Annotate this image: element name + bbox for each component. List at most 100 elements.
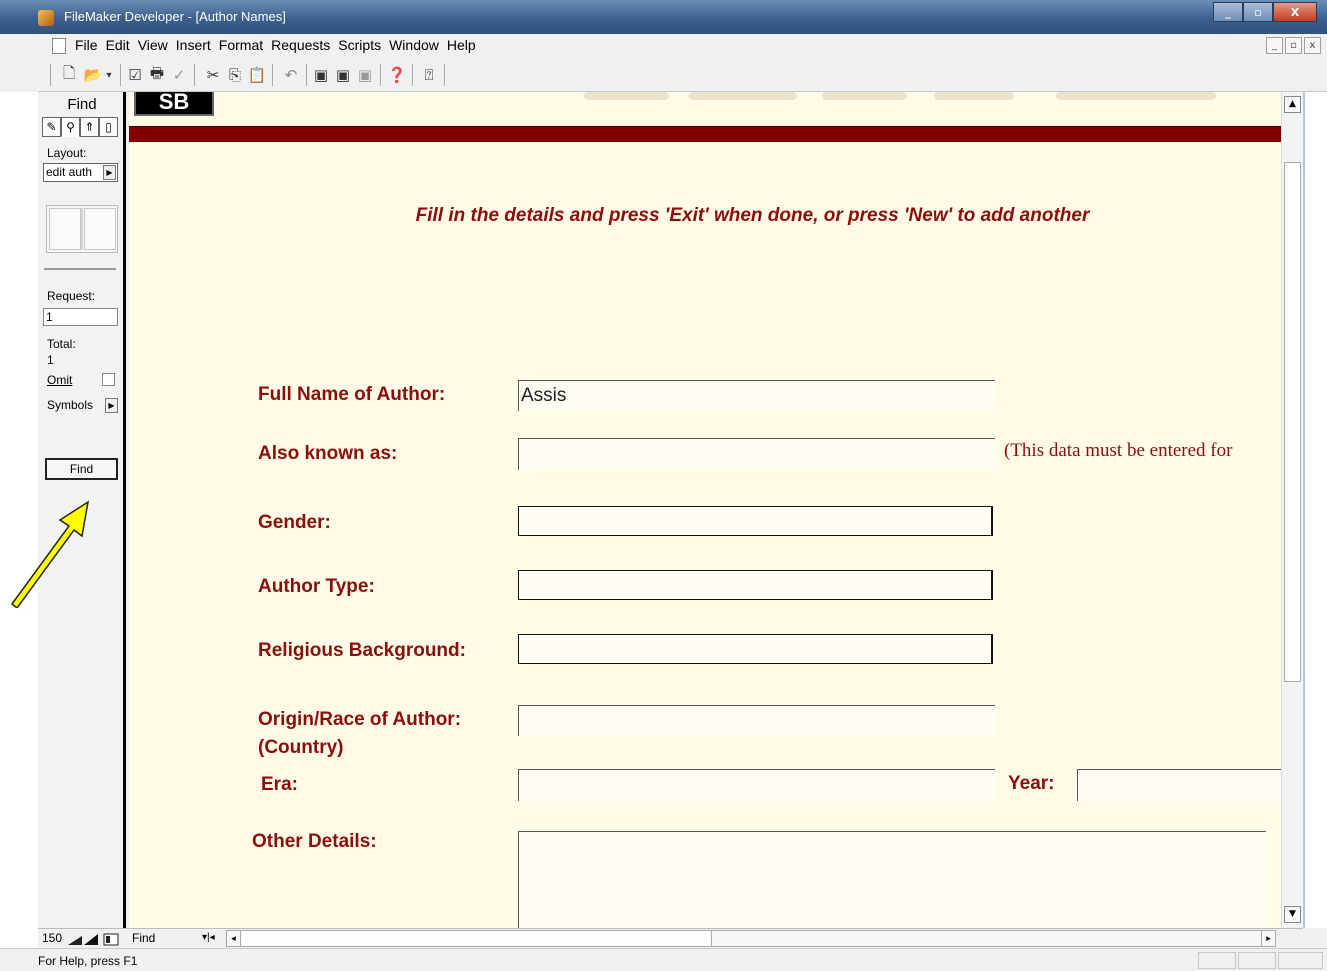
status-cell	[1278, 952, 1323, 969]
status-cell	[1198, 952, 1236, 969]
menu-bar: File Edit View Insert Format Requests Sc…	[38, 34, 1327, 58]
find-mode-tab-icon[interactable]: ⚲	[61, 117, 80, 137]
layout-dropdown-arrow-icon[interactable]: ▶	[103, 165, 116, 180]
header-tab-button[interactable]	[689, 92, 797, 100]
zoom-level[interactable]: 150	[42, 931, 62, 945]
menu-requests[interactable]: Requests	[271, 37, 338, 53]
new-file-icon[interactable]: 🗋	[58, 64, 80, 86]
help-hint: For Help, press F1	[38, 954, 138, 968]
symbols-menu-arrow-icon[interactable]: ▶	[105, 398, 118, 413]
printer-icon[interactable]: 🖶	[146, 64, 168, 86]
gender-label: Gender:	[258, 512, 331, 533]
menu-file[interactable]: File	[75, 37, 106, 53]
horizontal-scroll-thumb[interactable]	[242, 931, 712, 946]
other-details-field[interactable]	[518, 831, 1266, 928]
cut-icon[interactable]: ✂	[202, 64, 224, 86]
find-button[interactable]: Find	[45, 458, 118, 480]
document-icon[interactable]	[52, 38, 66, 54]
book-right-page[interactable]	[84, 208, 116, 250]
toolbar-separator	[380, 64, 381, 86]
copy-icon[interactable]: ⎘	[224, 64, 246, 86]
origin-country-label: (Country)	[258, 737, 344, 758]
full-name-label: Full Name of Author:	[258, 384, 446, 405]
total-label: Total:	[47, 337, 76, 351]
religious-background-field[interactable]	[518, 634, 993, 664]
menu-window[interactable]: Window	[389, 37, 447, 53]
dropdown-icon[interactable]: ▾	[102, 64, 116, 86]
full-name-field[interactable]: Assis	[518, 380, 995, 411]
doc-restore-button[interactable]: ▫	[1285, 37, 1302, 54]
bottom-bar: 150 Find ▾|◂ ◂ ▸	[38, 928, 1303, 948]
preview-mode-tab-icon[interactable]: ▯	[99, 117, 118, 137]
menu-items: File Edit View Insert Format Requests Sc…	[75, 37, 484, 53]
also-known-as-field[interactable]	[518, 438, 995, 470]
author-type-field[interactable]	[518, 570, 993, 600]
menu-format[interactable]: Format	[219, 37, 271, 53]
help-pointer-icon[interactable]: ❓	[386, 64, 408, 86]
mode-popup-arrow-icon[interactable]: ▾|◂	[202, 932, 215, 943]
header-tab-button[interactable]	[822, 92, 907, 100]
instruction-text: Fill in the details and press 'Exit' whe…	[415, 205, 1090, 226]
omit-label: Omit	[47, 373, 73, 387]
menu-insert[interactable]: Insert	[176, 37, 219, 53]
toolbar-separator	[120, 64, 121, 86]
open-folder-icon[interactable]: 📂	[82, 64, 104, 86]
browse-mode-icon[interactable]: ▣	[310, 64, 332, 86]
vertical-scrollbar[interactable]: ▲ ▼	[1281, 92, 1303, 928]
menu-help[interactable]: Help	[447, 37, 484, 53]
layout-mode-tab-icon[interactable]: ⇑	[80, 117, 99, 137]
zoom-controls[interactable]	[68, 933, 132, 946]
toolbar-grip	[50, 64, 51, 86]
record-slider[interactable]	[44, 268, 116, 270]
mode-label: Find	[67, 96, 97, 113]
gender-field[interactable]	[518, 506, 993, 536]
origin-field[interactable]	[518, 705, 995, 736]
menu-scripts[interactable]: Scripts	[338, 37, 389, 53]
record-book-icon[interactable]	[46, 205, 118, 253]
spellcheck-icon[interactable]: ✓	[168, 64, 190, 86]
header-tab-button[interactable]	[1056, 92, 1216, 100]
status-bar: For Help, press F1	[0, 948, 1327, 971]
close-button[interactable]: X	[1273, 2, 1317, 22]
header-tab-button[interactable]	[584, 92, 669, 100]
menu-edit[interactable]: Edit	[106, 37, 138, 53]
toolbar-separator	[272, 64, 273, 86]
year-field[interactable]	[1077, 769, 1281, 801]
minimize-button[interactable]: _	[1213, 2, 1243, 22]
checklist-icon[interactable]: ☑	[124, 64, 146, 86]
mode-tabs: ✎ ⚲ ⇑ ▯	[42, 117, 118, 137]
year-label: Year:	[1008, 773, 1055, 794]
scroll-left-arrow-icon[interactable]: ◂	[227, 931, 241, 946]
era-field[interactable]	[518, 769, 995, 801]
scroll-down-arrow-icon[interactable]: ▼	[1284, 906, 1301, 923]
filemaker-window: FileMaker Developer - [Author Names] _ ▫…	[0, 0, 1327, 971]
header-tab-button[interactable]	[934, 92, 1014, 100]
undo-icon[interactable]: ↶	[280, 64, 302, 86]
find-mode-icon[interactable]: ▣	[332, 64, 354, 86]
doc-close-button[interactable]: x	[1304, 37, 1321, 54]
required-note: (This data must be entered for	[1004, 440, 1233, 461]
browse-mode-tab-icon[interactable]: ✎	[42, 117, 61, 137]
zoom-out-icon	[68, 936, 82, 945]
toolbar-separator	[444, 64, 445, 86]
doc-minimize-button[interactable]: _	[1266, 37, 1283, 54]
other-details-label: Other Details:	[252, 831, 377, 852]
horizontal-scrollbar[interactable]: ◂ ▸	[226, 930, 1276, 947]
scroll-right-arrow-icon[interactable]: ▸	[1261, 931, 1275, 946]
layout-mode-icon[interactable]: ▣	[354, 64, 376, 86]
toolbar-separator	[412, 64, 413, 86]
menu-view[interactable]: View	[138, 37, 176, 53]
request-number-input[interactable]: 1	[43, 308, 118, 326]
toolbar-separator	[194, 64, 195, 86]
vertical-scroll-thumb[interactable]	[1284, 162, 1301, 682]
filemaker-app-icon[interactable]	[38, 10, 54, 26]
toolbar-separator	[306, 64, 307, 86]
paste-icon[interactable]: 📋	[246, 64, 268, 86]
layout-select[interactable]: edit auth ▶	[43, 163, 118, 182]
scroll-up-arrow-icon[interactable]: ▲	[1284, 96, 1301, 113]
omit-checkbox[interactable]	[102, 373, 115, 386]
maximize-button[interactable]: ▫	[1243, 2, 1273, 22]
mode-popup[interactable]: Find	[132, 931, 155, 945]
help-icon[interactable]: ⍰	[418, 64, 440, 86]
book-left-page[interactable]	[49, 208, 81, 250]
